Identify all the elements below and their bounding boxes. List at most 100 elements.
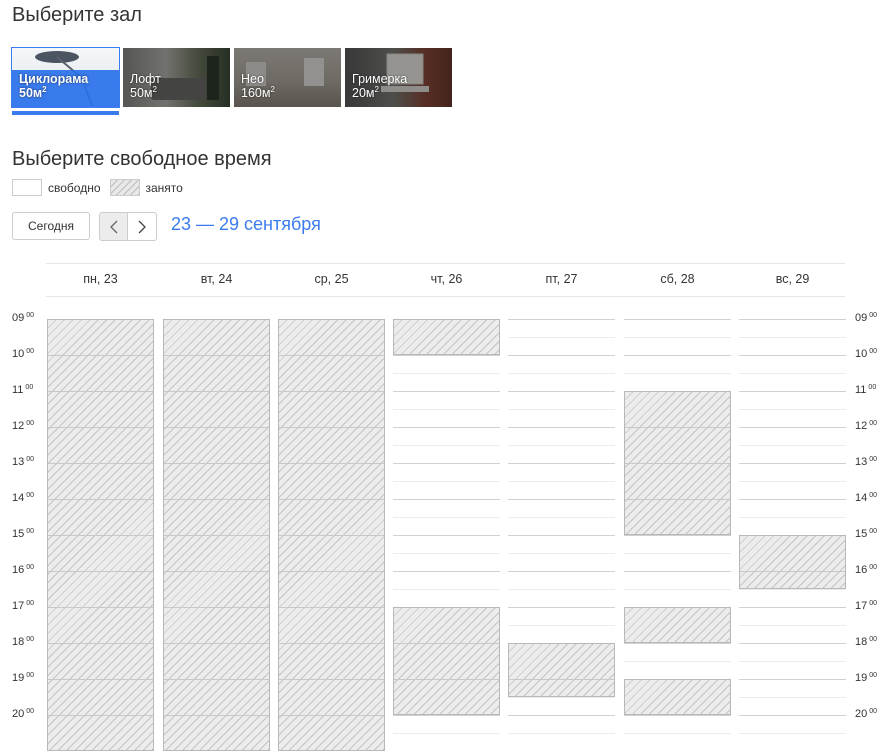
chevron-right-icon xyxy=(138,220,146,233)
hall-tile-neo[interactable]: Нео 160м2 xyxy=(234,48,341,107)
slot-line[interactable] xyxy=(739,517,846,518)
slot-line[interactable] xyxy=(393,427,500,428)
slot-line[interactable] xyxy=(508,571,615,572)
busy-hour-divider xyxy=(164,607,269,608)
slot-line[interactable] xyxy=(739,715,846,716)
slot-line[interactable] xyxy=(739,697,846,698)
slot-line[interactable] xyxy=(739,319,846,320)
slot-line[interactable] xyxy=(624,553,731,554)
slot-line[interactable] xyxy=(508,553,615,554)
busy-hour-divider xyxy=(48,499,153,500)
slot-line[interactable] xyxy=(393,463,500,464)
slot-line[interactable] xyxy=(739,445,846,446)
slot-line[interactable] xyxy=(393,715,500,716)
today-button[interactable]: Сегодня xyxy=(12,212,90,240)
hall-tile-makeup-room[interactable]: Гримерка 20м2 xyxy=(345,48,452,107)
busy-hour-divider xyxy=(279,643,384,644)
slot-line[interactable] xyxy=(508,463,615,464)
slot-line[interactable] xyxy=(393,517,500,518)
slot-line[interactable] xyxy=(739,607,846,608)
slot-line[interactable] xyxy=(393,481,500,482)
day-header: пн, 23 xyxy=(83,272,118,286)
slot-line[interactable] xyxy=(508,445,615,446)
prev-week-button[interactable] xyxy=(99,212,128,241)
slot-line[interactable] xyxy=(508,355,615,356)
busy-hour-divider xyxy=(48,463,153,464)
slot-line[interactable] xyxy=(508,535,615,536)
slot-line[interactable] xyxy=(624,571,731,572)
slot-line[interactable] xyxy=(739,643,846,644)
next-week-button[interactable] xyxy=(128,212,157,241)
busy-hour-divider xyxy=(48,535,153,536)
slot-line[interactable] xyxy=(508,589,615,590)
slot-line[interactable] xyxy=(393,391,500,392)
busy-hour-divider xyxy=(625,463,730,464)
slot-line[interactable] xyxy=(624,319,731,320)
slot-line[interactable] xyxy=(739,355,846,356)
slot-line[interactable] xyxy=(393,373,500,374)
slot-line[interactable] xyxy=(739,661,846,662)
slot-line[interactable] xyxy=(624,535,731,536)
busy-hour-divider xyxy=(48,715,153,716)
hour-label: 18 00 xyxy=(12,636,35,648)
slot-line[interactable] xyxy=(393,535,500,536)
hall-name: Лофт xyxy=(130,72,161,86)
slot-line[interactable] xyxy=(393,733,500,734)
slot-line[interactable] xyxy=(508,499,615,500)
slot-line[interactable] xyxy=(508,427,615,428)
slot-line[interactable] xyxy=(624,661,731,662)
slot-line[interactable] xyxy=(739,589,846,590)
slot-line[interactable] xyxy=(508,625,615,626)
slot-line[interactable] xyxy=(739,499,846,500)
slot-line[interactable] xyxy=(624,373,731,374)
hall-size: 20м2 xyxy=(352,85,379,101)
busy-hour-divider xyxy=(48,643,153,644)
slot-line[interactable] xyxy=(739,427,846,428)
busy-slot xyxy=(508,643,615,697)
slot-line[interactable] xyxy=(508,391,615,392)
slot-line[interactable] xyxy=(739,373,846,374)
slot-line[interactable] xyxy=(393,355,500,356)
hour-label: 15 00 xyxy=(12,528,35,540)
slot-line[interactable] xyxy=(739,391,846,392)
slot-line[interactable] xyxy=(739,463,846,464)
slot-line[interactable] xyxy=(508,337,615,338)
slot-line[interactable] xyxy=(739,481,846,482)
slot-line[interactable] xyxy=(393,553,500,554)
slot-line[interactable] xyxy=(508,697,615,698)
slot-line[interactable] xyxy=(739,733,846,734)
slot-line[interactable] xyxy=(739,625,846,626)
slot-line[interactable] xyxy=(739,337,846,338)
slot-line[interactable] xyxy=(508,715,615,716)
slot-line[interactable] xyxy=(739,409,846,410)
slot-line[interactable] xyxy=(393,571,500,572)
busy-hour-divider xyxy=(394,679,499,680)
slot-line[interactable] xyxy=(624,589,731,590)
hall-tile-cyclorama[interactable]: Циклорама 50м2 xyxy=(11,47,120,108)
slot-line[interactable] xyxy=(508,319,615,320)
hall-tile-loft[interactable]: Лофт 50м2 xyxy=(123,48,230,107)
slot-line[interactable] xyxy=(624,715,731,716)
slot-line[interactable] xyxy=(393,499,500,500)
busy-hour-divider xyxy=(279,499,384,500)
slot-line[interactable] xyxy=(393,445,500,446)
slot-line[interactable] xyxy=(624,643,731,644)
slot-line[interactable] xyxy=(624,337,731,338)
slot-line[interactable] xyxy=(393,409,500,410)
busy-slot xyxy=(163,319,270,751)
busy-hour-divider xyxy=(509,679,614,680)
day-header: чт, 26 xyxy=(430,272,463,286)
slot-line[interactable] xyxy=(508,607,615,608)
slot-line[interactable] xyxy=(508,517,615,518)
busy-hour-divider xyxy=(164,355,269,356)
slot-line[interactable] xyxy=(739,679,846,680)
slot-line[interactable] xyxy=(624,355,731,356)
hour-label: 14 00 xyxy=(855,492,878,504)
slot-line[interactable] xyxy=(508,481,615,482)
busy-hour-divider xyxy=(279,463,384,464)
slot-line[interactable] xyxy=(508,373,615,374)
slot-line[interactable] xyxy=(508,409,615,410)
slot-line[interactable] xyxy=(393,589,500,590)
slot-line[interactable] xyxy=(624,733,731,734)
slot-line[interactable] xyxy=(508,733,615,734)
